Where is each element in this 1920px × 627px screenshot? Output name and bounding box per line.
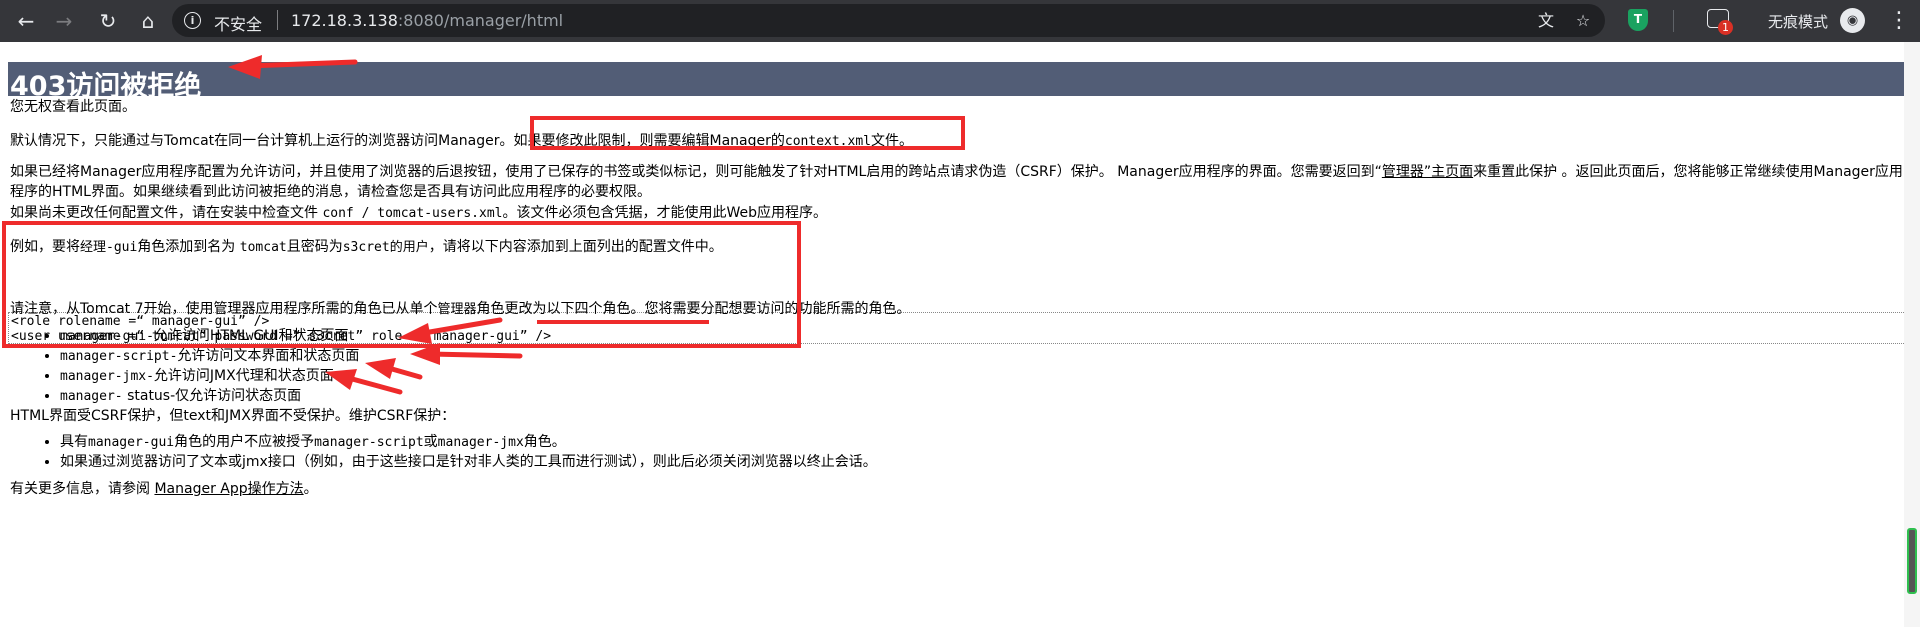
address-bar[interactable]: i 不安全 172.18.3.138:8080/manager/html 文 ☆	[172, 4, 1605, 37]
text: 角色。	[523, 434, 566, 450]
role-desc: status-仅允许访问状态页面	[122, 388, 302, 404]
list-item: manager- status-仅允许访问状态页面	[60, 386, 359, 406]
annotation-underline	[537, 320, 709, 324]
role-desc: 允许访问文本界面和状态页面	[177, 348, 360, 364]
back-icon[interactable]: ←	[14, 9, 38, 33]
code-manager-jmx: manager-jmx	[437, 435, 524, 450]
menu-icon[interactable]: ⋮	[1888, 9, 1910, 33]
annotation-box-context	[530, 116, 965, 150]
incognito-icon[interactable]: ◉	[1840, 8, 1865, 33]
security-label[interactable]: 不安全	[214, 11, 262, 35]
list-item: manager-jmx-允许访问JMX代理和状态页面	[60, 366, 359, 386]
text: 如果尚未更改任何配置文件，请在安装中检查文件	[10, 205, 318, 221]
csrf-list: 具有manager-gui角色的用户不应被授予manager-script或ma…	[60, 432, 877, 472]
divider	[277, 10, 278, 30]
error-banner: 403访问被拒绝	[8, 62, 1910, 102]
howto-link[interactable]: Manager App操作方法	[154, 481, 303, 497]
divider	[1673, 10, 1674, 32]
list-item: 具有manager-gui角色的用户不应被授予manager-script或ma…	[60, 432, 877, 452]
url-path: :8080/manager/html	[397, 11, 564, 30]
paragraph-more-info: 有关更多信息，请参阅 Manager App操作方法。	[10, 478, 318, 498]
paragraph-config-file: 如果尚未更改任何配置文件，请在安装中检查文件 conf / tomcat-use…	[10, 202, 827, 222]
annotation-box-example	[2, 221, 801, 348]
translate-icon[interactable]: 文	[1536, 12, 1556, 30]
url-text[interactable]: 172.18.3.138:8080/manager/html	[291, 11, 563, 30]
download-badge: 1	[1718, 20, 1733, 35]
url-host: 172.18.3.138	[291, 11, 398, 30]
star-icon[interactable]: ☆	[1573, 12, 1593, 30]
manager-home-link[interactable]: 管理器”主页面	[1382, 164, 1473, 180]
incognito-label[interactable]: 无痕模式	[1768, 11, 1828, 32]
info-icon[interactable]: i	[184, 12, 201, 29]
paragraph-no-permission: 您无权查看此页面。	[10, 99, 136, 115]
code-manager-script: manager-script	[314, 435, 424, 450]
text: 。	[303, 481, 318, 497]
text: 具有	[60, 434, 88, 450]
forward-icon[interactable]: →	[52, 9, 76, 33]
role-desc: 允许访问JMX代理和状态页面	[153, 368, 334, 384]
code-manager-gui: manager-gui	[88, 435, 175, 450]
home-icon[interactable]: ⌂	[136, 9, 160, 33]
list-item: manager-script-允许访问文本界面和状态页面	[60, 346, 359, 366]
role-code: manager-	[60, 389, 123, 404]
code-tomcat-users: conf / tomcat-users.xml	[322, 206, 503, 221]
role-code: manager-script-	[60, 349, 178, 364]
text: 如果已经将Manager应用程序配置为允许访问，并且使用了浏览器的后退按钮，使用…	[10, 164, 1382, 180]
text: 有关更多信息，请参阅	[10, 481, 150, 497]
browser-toolbar: ← → ↻ ⌂ i 不安全 172.18.3.138:8080/manager/…	[0, 0, 1920, 42]
page-content: 403访问被拒绝 您无权查看此页面。 默认情况下，只能通过与Tomcat在同一台…	[0, 42, 1920, 627]
paragraph-csrf-protection: HTML界面受CSRF保护，但text和JMX界面不受保护。维护CSRF保护：	[10, 408, 456, 424]
role-code: manager-jmx-	[60, 369, 154, 384]
paragraph-csrf-info: 如果已经将Manager应用程序配置为允许访问，并且使用了浏览器的后退按钮，使用…	[10, 162, 1910, 202]
scrollbar-thumb[interactable]	[1907, 528, 1917, 594]
text: 。该文件必须包含凭据，才能使用此Web应用程序。	[502, 205, 827, 221]
extension-icon[interactable]: T	[1628, 9, 1648, 31]
text: 或	[423, 434, 438, 450]
text: 角色的用户不应被授予	[174, 434, 315, 450]
scrollbar[interactable]	[1904, 42, 1920, 627]
list-item: 如果通过浏览器访问了文本或jmx接口（例如，由于这些接口是针对非人类的工具而进行…	[60, 452, 877, 472]
reload-icon[interactable]: ↻	[96, 9, 120, 33]
text: 默认情况下，只能通过与Tomcat在同一台计算机上运行的浏览器访问Manager…	[10, 133, 514, 149]
